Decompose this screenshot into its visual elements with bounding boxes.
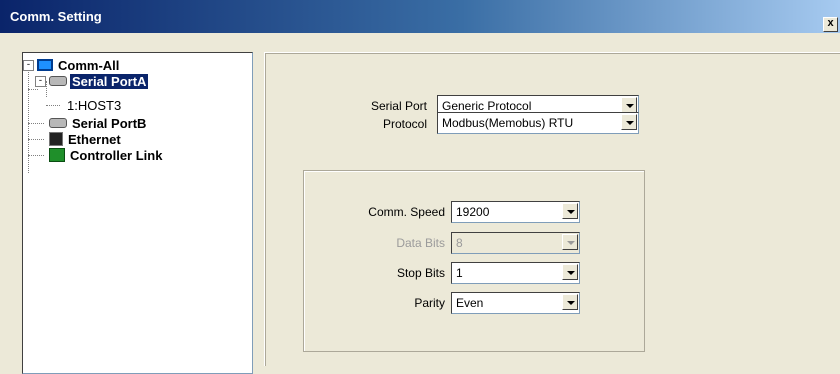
tree-node-comm-all[interactable]: - Comm-All — [23, 57, 121, 73]
tree-label-host3: 1:HOST3 — [67, 97, 122, 113]
controller-link-icon — [49, 148, 65, 162]
tree-node-host3[interactable]: 1:HOST3 — [65, 97, 123, 113]
protocol-select[interactable]: Modbus(Memobus) RTU — [437, 112, 639, 134]
collapse-toggle-serial-port-a[interactable]: - — [35, 75, 46, 87]
stop-bits-select[interactable]: 1 — [451, 262, 580, 284]
tree-label-serial-port-a: Serial PortA — [70, 73, 149, 89]
data-bits-value: 8 — [456, 236, 463, 250]
comm-speed-value: 19200 — [456, 205, 490, 219]
collapse-toggle-comm-all[interactable]: - — [23, 59, 34, 71]
serial-port-value: Generic Protocol — [442, 99, 532, 113]
stop-bits-label: Stop Bits — [396, 266, 445, 280]
tree-label-controller-link: Controller Link — [70, 147, 163, 163]
tree-label-serial-port-b: Serial PortB — [72, 115, 147, 131]
chevron-down-icon[interactable] — [621, 114, 637, 130]
chevron-down-icon[interactable] — [562, 294, 578, 310]
chevron-down-icon[interactable] — [562, 203, 578, 219]
tree-node-serial-port-b[interactable]: Serial PortB — [49, 115, 148, 131]
ethernet-icon — [49, 132, 63, 146]
protocol-value: Modbus(Memobus) RTU — [442, 116, 574, 130]
comm-settings-group — [303, 170, 645, 352]
parity-select[interactable]: Even — [451, 292, 580, 314]
protocol-label: Protocol — [382, 117, 427, 131]
serial-port-icon — [49, 118, 67, 128]
window-title: Comm. Setting — [10, 9, 102, 24]
title-bar: Comm. Setting x — [0, 0, 840, 33]
chevron-down-icon[interactable] — [562, 264, 578, 280]
data-bits-label: Data Bits — [396, 236, 445, 250]
tree-node-controller-link[interactable]: Controller Link — [49, 147, 164, 163]
stop-bits-value: 1 — [456, 266, 463, 280]
tree-label-comm-all: Comm-All — [58, 57, 120, 73]
chevron-down-icon[interactable] — [621, 97, 637, 113]
close-button[interactable]: x — [823, 17, 838, 32]
serial-port-icon — [49, 76, 67, 86]
chevron-down-icon — [562, 234, 578, 250]
comm-tree[interactable]: - Comm-All - Serial PortA 1:HOST3 Serial… — [22, 52, 253, 374]
tree-node-ethernet[interactable]: Ethernet — [49, 131, 123, 147]
tree-label-ethernet: Ethernet — [68, 131, 121, 147]
serial-port-label: Serial Port — [370, 99, 427, 113]
comm-speed-label: Comm. Speed — [368, 205, 445, 219]
tree-node-serial-port-a[interactable]: - Serial PortA — [35, 73, 149, 89]
parity-value: Even — [456, 296, 484, 310]
parity-label: Parity — [414, 296, 445, 310]
comm-speed-select[interactable]: 19200 — [451, 201, 580, 223]
data-bits-select: 8 — [451, 232, 580, 254]
monitor-icon — [37, 59, 53, 71]
